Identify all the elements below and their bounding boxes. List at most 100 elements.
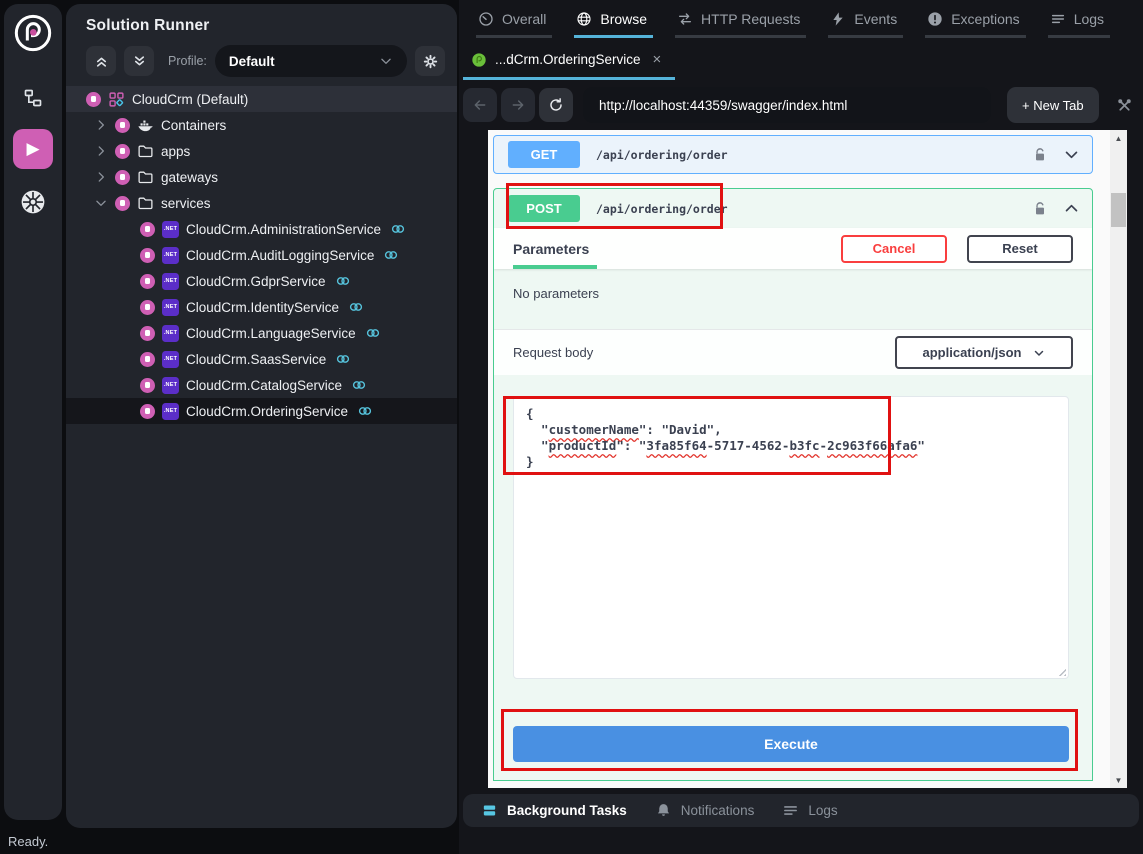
service-status-icon <box>471 52 487 68</box>
unlock-icon <box>1032 147 1048 163</box>
collapse-all-button[interactable] <box>86 46 116 76</box>
chevron-right-icon[interactable] <box>94 170 108 184</box>
rail-run-button[interactable]: ▶ <box>13 129 53 169</box>
tab-http-requests[interactable]: HTTP Requests <box>675 9 806 38</box>
new-tab-button[interactable]: + New Tab <box>1007 87 1099 123</box>
tree-item-apps[interactable]: apps <box>66 138 457 164</box>
link-icon <box>351 377 367 393</box>
scroll-up-arrow-icon[interactable]: ▲ <box>1110 130 1127 146</box>
scrollbar-thumb[interactable] <box>1111 193 1126 227</box>
tree-item-cloudcrm-auditloggingservice[interactable]: .NET CloudCrm.AuditLoggingService <box>66 242 457 268</box>
tab-exceptions[interactable]: Exceptions <box>925 9 1025 38</box>
bottombar-item-background-tasks[interactable]: Background Tasks <box>481 802 627 819</box>
stop-circle-icon <box>140 274 155 289</box>
solution-tree: CloudCrm (Default)Containersapps gateways… <box>66 86 457 424</box>
main-tab-bar: Overall Browse HTTP Requests Events Exceptio… <box>476 9 1110 38</box>
lines-icon <box>1050 11 1066 27</box>
play-icon: ▶ <box>26 139 39 159</box>
back-button[interactable] <box>463 88 497 122</box>
swagger-post-endpoint-expanded: POST /api/ordering/order Parameters Canc… <box>493 188 1093 781</box>
settings-button[interactable] <box>415 46 445 76</box>
execute-section: Execute <box>494 701 1092 762</box>
get-method-badge[interactable]: GET <box>508 141 580 168</box>
folder-icon <box>137 195 154 212</box>
bottombar-item-logs[interactable]: Logs <box>782 802 837 819</box>
browser-tools-button[interactable] <box>1109 90 1139 120</box>
rail-kubernetes-button[interactable] <box>14 183 52 221</box>
chevron-down-icon[interactable] <box>94 196 108 210</box>
chevron-right-icon[interactable] <box>94 118 108 132</box>
tree-item-services[interactable]: services <box>66 190 457 216</box>
globe-icon <box>576 11 592 27</box>
tab-events[interactable]: Events <box>828 9 903 38</box>
dotnet-icon: .NET <box>162 221 179 238</box>
panel-title: Solution Runner <box>86 17 210 35</box>
gear-icon <box>423 54 438 69</box>
bottombar-item-notifications[interactable]: Notifications <box>655 802 755 819</box>
tab-logs[interactable]: Logs <box>1048 9 1110 38</box>
tree-item-label: CloudCrm.GdprService <box>186 274 326 289</box>
dotnet-icon: .NET <box>162 247 179 264</box>
cancel-button[interactable]: Cancel <box>841 235 947 263</box>
scroll-down-arrow-icon[interactable]: ▼ <box>1110 772 1127 788</box>
rail-solution-explorer-button[interactable] <box>14 79 52 117</box>
content-type-value: application/json <box>923 345 1022 360</box>
stop-circle-icon <box>140 300 155 315</box>
tab-label: Browse <box>600 11 647 27</box>
tree-item-cloudcrm-administrationservice[interactable]: .NETCloudCrm.AdministrationService <box>66 216 457 242</box>
browser-scrollbar[interactable]: ▲ ▼ <box>1110 130 1127 788</box>
parameters-tab[interactable]: Parameters <box>513 228 589 269</box>
url-input[interactable] <box>583 87 991 123</box>
forward-button[interactable] <box>501 88 535 122</box>
tab-overall[interactable]: Overall <box>476 9 552 38</box>
expand-chevron-down-icon[interactable] <box>1063 146 1080 163</box>
tree-item-cloudcrm-orderingservice[interactable]: .NETCloudCrm.OrderingService <box>66 398 457 424</box>
expand-all-button[interactable] <box>124 46 154 76</box>
browser-tab-title: ...dCrm.OrderingService <box>495 52 641 67</box>
tree-item-containers[interactable]: Containers <box>66 112 457 138</box>
tab-label: Overall <box>502 11 546 27</box>
request-body-header: Request body application/json <box>494 329 1092 375</box>
gauge-icon <box>478 11 494 27</box>
explorer-toolbar: Profile: Default <box>86 45 445 77</box>
tree-item-label: gateways <box>161 170 218 185</box>
collapse-chevron-up-icon[interactable] <box>1063 200 1080 217</box>
no-parameters-text: No parameters <box>494 269 1092 329</box>
tree-item-cloudcrm-catalogservice[interactable]: .NETCloudCrm.CatalogService <box>66 372 457 398</box>
tree-item-cloudcrm-identityservice[interactable]: .NETCloudCrm.IdentityService <box>66 294 457 320</box>
tree-item-cloudcrm-default[interactable]: CloudCrm (Default) <box>66 86 457 112</box>
dotnet-icon: .NET <box>162 403 179 420</box>
tree-item-cloudcrm-gdprservice[interactable]: .NET CloudCrm.GdprService <box>66 268 457 294</box>
post-endpoint-header[interactable]: POST /api/ordering/order <box>494 189 1092 228</box>
status-text: Ready. <box>8 834 48 849</box>
tools-icon <box>1116 97 1133 114</box>
tab-label: Logs <box>1074 11 1104 27</box>
folder-icon <box>137 169 154 186</box>
double-chevron-down-icon <box>132 54 147 69</box>
execute-button[interactable]: Execute <box>513 726 1069 762</box>
solution-explorer-panel: Solution Runner Profile: Default CloudCr… <box>66 4 457 828</box>
app-logo-icon <box>13 13 53 53</box>
browser-tab-ordering-service[interactable]: ...dCrm.OrderingService × <box>463 47 675 80</box>
tree-item-cloudcrm-saasservice[interactable]: .NETCloudCrm.SaasService <box>66 346 457 372</box>
tree-item-label: CloudCrm.AuditLoggingService <box>186 248 374 263</box>
content-type-select[interactable]: application/json <box>895 336 1073 369</box>
browser-toolbar: + New Tab <box>463 87 1139 123</box>
post-method-badge[interactable]: POST <box>508 195 580 222</box>
tree-item-label: services <box>161 196 211 211</box>
chevron-right-icon[interactable] <box>94 144 108 158</box>
parameters-section-header: Parameters Cancel Reset <box>494 228 1092 269</box>
tab-browse[interactable]: Browse <box>574 9 653 38</box>
profile-dropdown[interactable]: Default <box>215 45 407 77</box>
tree-item-gateways[interactable]: gateways <box>66 164 457 190</box>
close-tab-icon[interactable]: × <box>653 51 662 68</box>
arrow-right-icon <box>510 97 526 113</box>
swagger-get-endpoint[interactable]: GET /api/ordering/order <box>493 135 1093 174</box>
tree-item-cloudcrm-languageservice[interactable]: .NETCloudCrm.LanguageService <box>66 320 457 346</box>
reset-button[interactable]: Reset <box>967 235 1073 263</box>
stop-circle-icon <box>140 404 155 419</box>
dotnet-icon: .NET <box>162 273 179 290</box>
request-body-editor[interactable]: { "customerName": "David", "productId": … <box>513 396 1069 679</box>
resize-handle[interactable] <box>1056 666 1066 676</box>
refresh-button[interactable] <box>539 88 573 122</box>
